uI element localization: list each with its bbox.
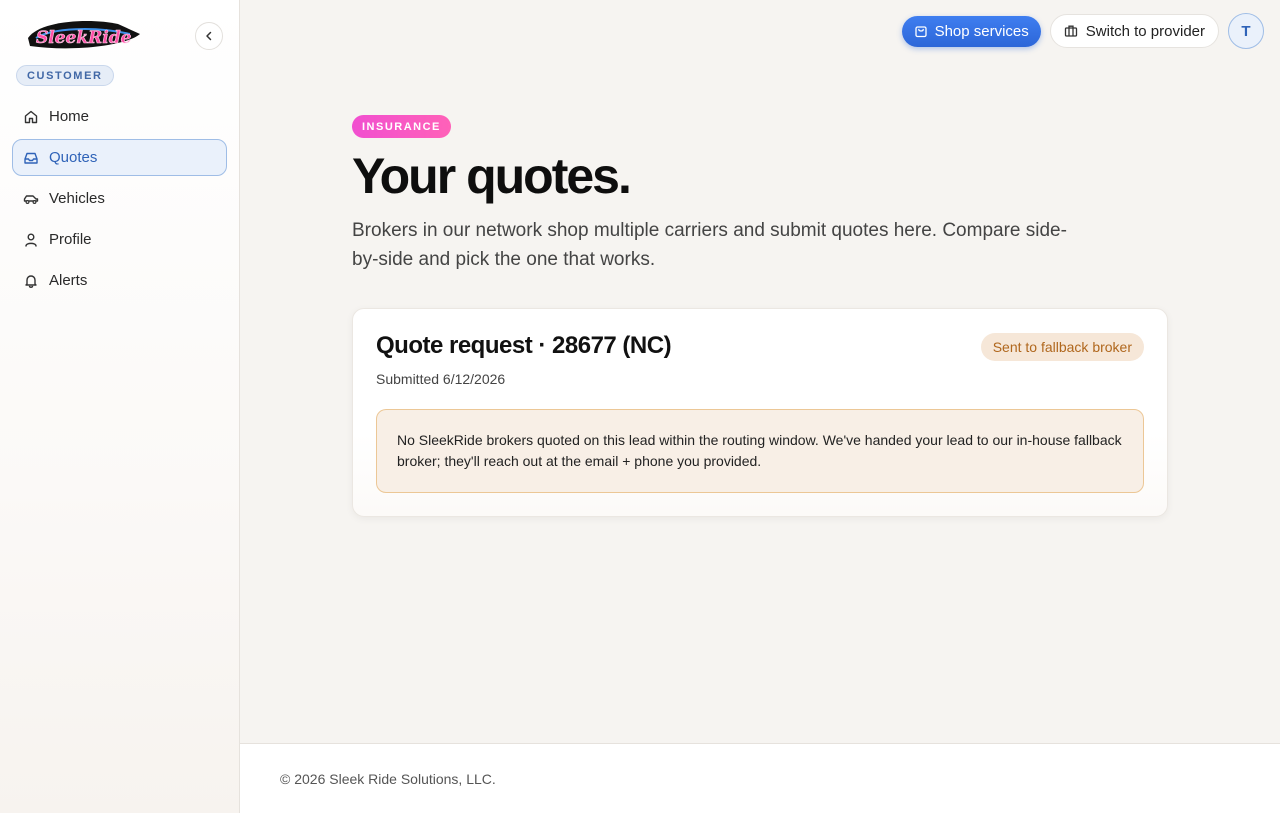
quote-submitted-date: Submitted 6/12/2026: [376, 371, 506, 387]
home-icon: [23, 109, 39, 125]
store-icon: [1064, 25, 1077, 37]
footer: © 2026 Sleek Ride Solutions, LLC.: [240, 743, 1280, 813]
bell-icon: [23, 273, 39, 289]
switch-to-provider-button[interactable]: Switch to provider: [1049, 14, 1219, 48]
fallback-notice: No SleekRide brokers quoted on this lead…: [376, 409, 1144, 493]
sidebar-item-label: Profile: [49, 231, 92, 248]
sidebar-item-vehicles[interactable]: Vehicles: [12, 180, 227, 217]
inbox-icon: [23, 150, 39, 166]
avatar[interactable]: T: [1228, 13, 1264, 49]
sidebar-item-profile[interactable]: Profile: [12, 221, 227, 258]
shopping-bag-icon: [914, 26, 927, 38]
page-description: Brokers in our network shop multiple car…: [352, 220, 1067, 270]
status-badge: Sent to fallback broker: [980, 333, 1144, 361]
quote-request-card: Quote request · 28677 (NC) Submitted 6/1…: [352, 308, 1168, 517]
main-content: INSURANCE Your quotes. Brokers in our ne…: [352, 115, 1168, 517]
shop-services-button[interactable]: Shop services: [901, 15, 1041, 47]
sidebar-item-alerts[interactable]: Alerts: [12, 262, 227, 299]
sidebar: SleekRide CUSTOMER Home Quotes Vehicles: [0, 0, 240, 813]
quote-request-title: Quote request · 28677 (NC): [376, 332, 672, 359]
sidebar-item-label: Vehicles: [49, 190, 105, 207]
category-tag: INSURANCE: [352, 115, 451, 138]
top-bar: Shop services Switch to provider T: [901, 13, 1264, 49]
sidebar-nav: Home Quotes Vehicles Profile Alerts: [12, 98, 227, 303]
sidebar-item-label: Quotes: [49, 149, 98, 166]
copyright-text: © 2026 Sleek Ride Solutions, LLC.: [280, 771, 496, 787]
sidebar-item-label: Home: [49, 108, 90, 125]
sidebar-item-home[interactable]: Home: [12, 98, 227, 135]
shop-services-label: Shop services: [934, 22, 1029, 40]
svg-text:SleekRide: SleekRide: [36, 28, 132, 48]
sidebar-item-quotes[interactable]: Quotes: [12, 139, 227, 176]
sleekride-logo[interactable]: SleekRide: [22, 16, 144, 56]
role-badge: CUSTOMER: [16, 65, 114, 86]
chevron-left-icon: [206, 31, 212, 41]
car-icon: [23, 191, 39, 207]
sidebar-item-label: Alerts: [49, 272, 88, 289]
user-icon: [23, 232, 39, 248]
page-title: Your quotes.: [352, 148, 632, 204]
collapse-sidebar-button[interactable]: [195, 22, 223, 50]
switch-to-provider-label: Switch to provider: [1085, 22, 1205, 40]
